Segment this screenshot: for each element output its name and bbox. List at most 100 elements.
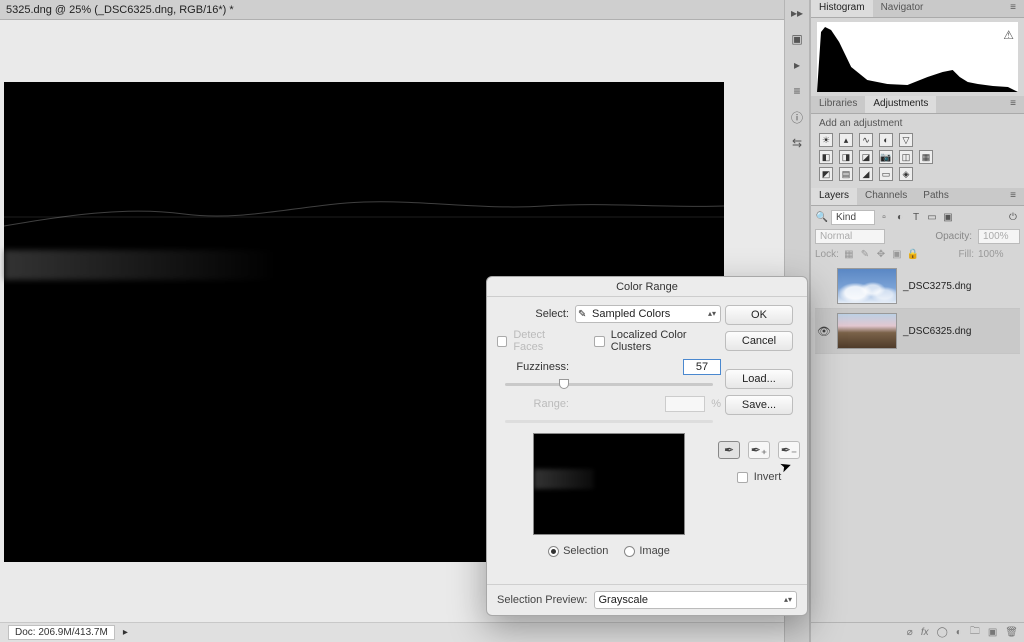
lock-artboard-icon[interactable]: ▣ [891, 248, 903, 260]
blend-mode-select[interactable]: Normal [815, 229, 885, 244]
adj-gradmap-icon[interactable]: ▭ [879, 167, 893, 181]
adj-levels-icon[interactable]: ▴ [839, 133, 853, 147]
radio-dot-icon [624, 546, 635, 557]
layer-thumbnail[interactable] [837, 268, 897, 304]
panel-menu-icon[interactable]: ≡ [1002, 96, 1024, 113]
layer-thumbnail[interactable] [837, 313, 897, 349]
lock-position-icon[interactable]: ✥ [875, 248, 887, 260]
cancel-button[interactable]: Cancel [725, 331, 793, 351]
adj-colorbal-icon[interactable]: ◨ [839, 150, 853, 164]
filter-smart-icon[interactable]: ▣ [941, 211, 955, 225]
adjustments-hint: Add an adjustment [819, 118, 1016, 129]
paragraph-icon[interactable]: ≡ [788, 82, 806, 100]
invert-checkbox[interactable] [737, 472, 748, 483]
tab-layers[interactable]: Layers [811, 188, 857, 205]
filter-adjust-icon[interactable]: ◐ [893, 211, 907, 225]
dialog-title[interactable]: Color Range [487, 277, 807, 297]
document-tab-title[interactable]: 5325.dng @ 25% (_DSC6325.dng, RGB/16*) * [6, 4, 234, 16]
localized-checkbox[interactable] [594, 336, 604, 347]
status-doc-size[interactable]: Doc: 206.9M/413.7M [8, 625, 115, 640]
search-icon[interactable]: 🔍 [815, 211, 829, 225]
select-dropdown[interactable]: ✎ Sampled Colors ▴▾ [575, 305, 721, 323]
group-icon[interactable]: 🗀 [970, 624, 980, 641]
tab-histogram[interactable]: Histogram [811, 0, 873, 17]
mask-icon[interactable]: ◯ [937, 627, 948, 638]
layer-visibility-icon[interactable]: 👁 [817, 325, 831, 338]
histogram-warning-icon[interactable]: ⚠ [1003, 28, 1014, 42]
save-button[interactable]: Save... [725, 395, 793, 415]
tab-navigator[interactable]: Navigator [873, 0, 932, 17]
properties-icon[interactable]: ⇆ [788, 134, 806, 152]
eyedropper-subtract-icon[interactable]: ✒₋ [778, 441, 800, 459]
panel-menu-icon[interactable]: ≡ [1002, 188, 1024, 205]
adjustments-panel-tabs: Libraries Adjustments ≡ [811, 96, 1024, 114]
adj-exposure-icon[interactable]: ◐ [879, 133, 893, 147]
adj-lookup-icon[interactable]: ▦ [919, 150, 933, 164]
adj-selcol-icon[interactable]: ◈ [899, 167, 913, 181]
new-layer-icon[interactable]: ▣ [988, 627, 997, 638]
adj-curves-icon[interactable]: ∿ [859, 133, 873, 147]
adj-invert-icon[interactable]: ◩ [819, 167, 833, 181]
tab-libraries[interactable]: Libraries [811, 96, 865, 113]
adj-poster-icon[interactable]: ▤ [839, 167, 853, 181]
selection-preview-thumbnail[interactable] [533, 433, 685, 535]
layer-filter-kind[interactable]: Kind [831, 210, 875, 225]
opacity-value[interactable]: 100% [978, 229, 1020, 244]
document-tab-bar: 5325.dng @ 25% (_DSC6325.dng, RGB/16*) * [0, 0, 784, 20]
filter-type-icon[interactable]: T [909, 211, 923, 225]
radio-dot-icon [548, 546, 559, 557]
adjustment-layer-icon[interactable]: ◐ [956, 627, 962, 638]
eyedropper-add-icon[interactable]: ✒₊ [748, 441, 770, 459]
link-layers-icon[interactable]: ⌀ [907, 627, 913, 638]
opacity-label: Opacity: [935, 231, 972, 242]
adj-bw-icon[interactable]: ◪ [859, 150, 873, 164]
adj-vibrance-icon[interactable]: ▽ [899, 133, 913, 147]
radio-selection[interactable]: Selection [548, 545, 608, 557]
filter-shape-icon[interactable]: ▭ [925, 211, 939, 225]
fuzziness-input[interactable] [683, 359, 721, 375]
actions-icon[interactable]: ▸ [788, 56, 806, 74]
filter-pixel-icon[interactable]: ▫ [877, 211, 891, 225]
color-range-dialog: Color Range Select: ✎ Sampled Colors ▴▾ … [486, 276, 808, 616]
info-icon[interactable]: ⓘ [788, 108, 806, 126]
chevron-updown-icon: ▴▾ [784, 596, 792, 604]
lock-all-icon[interactable]: 🔒 [907, 248, 919, 260]
slider-knob[interactable] [559, 379, 569, 389]
lock-pixels-icon[interactable]: ✎ [859, 248, 871, 260]
filter-toggle-icon[interactable]: ⏻ [1006, 211, 1020, 225]
fx-icon[interactable]: fx [921, 627, 929, 638]
layers-body: 🔍 Kind ▫ ◐ T ▭ ▣ ⏻ Normal Opacity: 100% … [811, 206, 1024, 358]
load-button[interactable]: Load... [725, 369, 793, 389]
trash-icon[interactable]: 🗑 [1005, 627, 1018, 638]
panel-menu-icon[interactable]: ≡ [1002, 0, 1024, 17]
adj-thresh-icon[interactable]: ◢ [859, 167, 873, 181]
range-unit: % [711, 398, 721, 410]
adj-photo-icon[interactable]: 📷 [879, 150, 893, 164]
adjustments-body: Add an adjustment ☀ ▴ ∿ ◐ ▽ ◧ ◨ ◪ 📷 ◫ ▦ … [811, 114, 1024, 188]
lock-label: Lock: [815, 249, 839, 260]
range-label: Range: [497, 398, 569, 410]
ok-button[interactable]: OK [725, 305, 793, 325]
fuzziness-slider[interactable] [505, 383, 713, 386]
tab-channels[interactable]: Channels [857, 188, 915, 205]
toggle-strip-icon[interactable]: ▸▸ [788, 4, 806, 22]
adj-hue-icon[interactable]: ◧ [819, 150, 833, 164]
status-chevron-icon[interactable]: ▸ [123, 627, 128, 638]
adj-chanmix-icon[interactable]: ◫ [899, 150, 913, 164]
layer-item[interactable]: 👁 _DSC6325.dng [815, 309, 1020, 354]
layer-item[interactable]: _DSC3275.dng [815, 264, 1020, 309]
eyedropper-icon[interactable]: ✒ [718, 441, 740, 459]
histogram-display[interactable]: ⚠ [817, 22, 1018, 92]
lock-trans-icon[interactable]: ▦ [843, 248, 855, 260]
history-icon[interactable]: ▣ [788, 30, 806, 48]
fill-value[interactable]: 100% [978, 249, 1020, 260]
layers-panel-tabs: Layers Channels Paths ≡ [811, 188, 1024, 206]
tab-paths[interactable]: Paths [915, 188, 957, 205]
selection-preview-dropdown[interactable]: Grayscale ▴▾ [594, 591, 798, 609]
radio-image[interactable]: Image [624, 545, 670, 557]
adj-brightness-icon[interactable]: ☀ [819, 133, 833, 147]
layer-name[interactable]: _DSC6325.dng [903, 326, 971, 337]
selection-preview-label: Selection Preview: [497, 594, 588, 606]
layer-name[interactable]: _DSC3275.dng [903, 281, 971, 292]
tab-adjustments[interactable]: Adjustments [865, 96, 936, 113]
